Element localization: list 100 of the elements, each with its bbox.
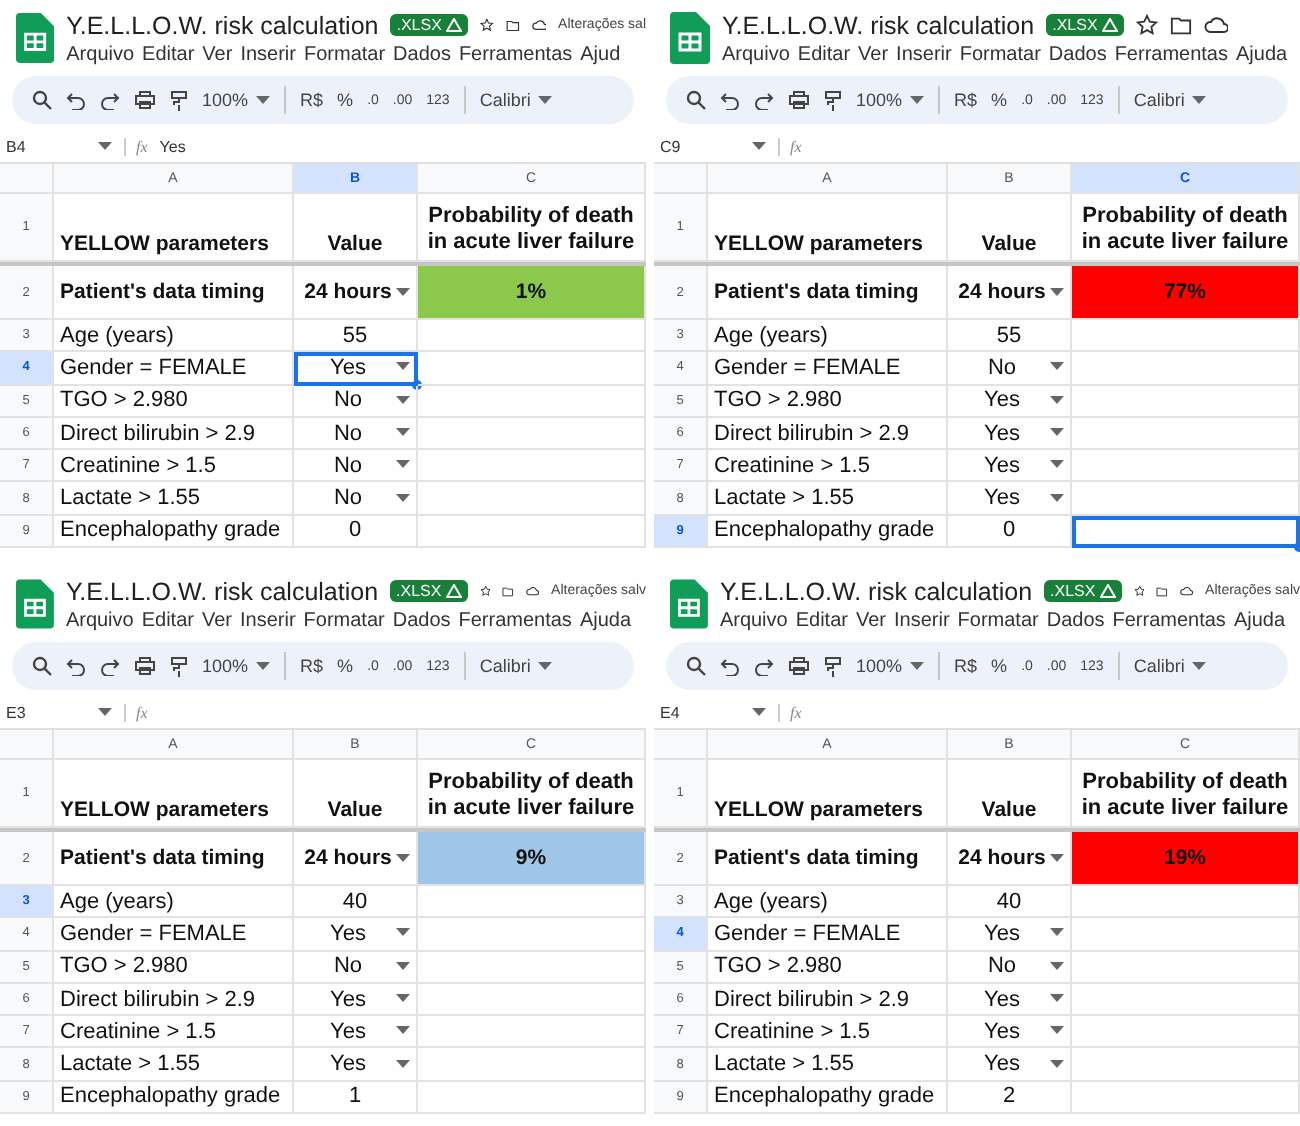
search-icon[interactable] (32, 656, 52, 676)
file-format-badge[interactable]: .XLSX (390, 580, 468, 602)
menu-item[interactable]: Inserir (893, 609, 950, 631)
menu-item[interactable]: Ajuda (1236, 43, 1288, 65)
format-button[interactable]: R$ (954, 656, 978, 676)
table-cell[interactable]: Value (294, 194, 418, 262)
menu-item[interactable]: Ver (202, 43, 233, 65)
table-cell[interactable]: 55 (294, 320, 418, 353)
menu-item[interactable]: Formatar (957, 609, 1039, 631)
file-format-badge[interactable]: .XLSX (1044, 580, 1122, 602)
zoom-select[interactable]: 100% (856, 656, 925, 676)
result-cell[interactable] (418, 352, 646, 386)
result-cell[interactable] (418, 1081, 646, 1115)
search-icon[interactable] (686, 656, 706, 676)
redo-icon[interactable] (754, 91, 774, 109)
dropdown-cell[interactable]: Yes (948, 385, 1072, 418)
redo-icon[interactable] (100, 91, 120, 109)
cloud-icon[interactable] (1180, 582, 1194, 600)
menu-item[interactable]: Dados (392, 609, 451, 631)
result-cell[interactable] (418, 983, 646, 1017)
result-cell[interactable] (1072, 352, 1300, 386)
result-cell[interactable] (1072, 886, 1300, 919)
zoom-select[interactable]: 100% (202, 90, 271, 110)
dropdown-cell[interactable]: No (294, 385, 418, 418)
result-cell[interactable] (418, 886, 646, 919)
result-cell[interactable]: 77% (1072, 266, 1300, 320)
format-button[interactable]: R$ (300, 656, 324, 676)
sheets-logo-icon[interactable] (670, 578, 708, 630)
dropdown-cell[interactable]: Yes (294, 983, 418, 1017)
star-icon[interactable] (479, 14, 494, 36)
cloud-icon[interactable] (531, 16, 547, 34)
menu-item[interactable]: Editar (797, 43, 851, 65)
sheets-logo-icon[interactable] (16, 12, 55, 64)
dropdown-cell[interactable]: Yes (948, 918, 1072, 952)
sheets-logo-icon[interactable] (16, 578, 54, 630)
dropdown-cell[interactable]: Yes (948, 417, 1072, 451)
format-button[interactable]: % (337, 90, 354, 110)
dropdown-cell[interactable]: No (294, 417, 418, 451)
zoom-select[interactable]: 100% (202, 656, 271, 676)
name-box[interactable]: B4 (6, 137, 26, 155)
menu-item[interactable]: Ferramentas (458, 609, 572, 631)
document-title[interactable]: Y.E.L.L.O.W. risk calculation (719, 577, 1033, 605)
menu-item[interactable]: Ferramentas (1112, 609, 1226, 631)
result-cell[interactable] (1072, 482, 1300, 516)
result-cell[interactable] (1072, 983, 1300, 1017)
print-icon[interactable] (134, 90, 156, 110)
dropdown-cell[interactable]: Yes (294, 1016, 418, 1049)
result-cell[interactable]: Probability of death in acute liver failure (418, 194, 646, 262)
document-title[interactable]: Y.E.L.L.O.W. risk calculation (722, 11, 1035, 39)
dropdown-cell[interactable]: Yes (948, 983, 1072, 1017)
dropdown-cell[interactable]: No (294, 951, 418, 984)
undo-icon[interactable] (720, 91, 740, 109)
table-cell[interactable]: 40 (294, 886, 418, 919)
menu-item[interactable]: Inserir (239, 609, 296, 631)
menu-item[interactable]: Ver (201, 609, 232, 631)
result-cell[interactable]: Probability of death in acute liver failure (418, 760, 646, 828)
redo-icon[interactable] (100, 657, 120, 675)
dropdown-cell[interactable]: Yes (948, 450, 1072, 483)
menu-item[interactable]: Inserir (896, 43, 952, 65)
result-cell[interactable] (1072, 1081, 1300, 1115)
undo-icon[interactable] (66, 91, 86, 109)
menu-item[interactable]: Arquivo (66, 43, 135, 65)
dropdown-cell[interactable]: Yes (294, 1048, 418, 1082)
print-icon[interactable] (788, 656, 810, 676)
result-cell[interactable] (418, 450, 646, 483)
menu-item[interactable]: Editar (141, 609, 194, 631)
name-box[interactable]: E3 (6, 703, 26, 721)
result-cell[interactable] (1072, 320, 1300, 353)
paint-format-icon[interactable] (824, 89, 842, 111)
dropdown-cell[interactable]: Yes (294, 918, 418, 952)
undo-icon[interactable] (720, 657, 740, 675)
menu-item[interactable]: Arquivo (722, 43, 790, 65)
result-cell[interactable]: Probability of death in acute liver failure (1072, 760, 1300, 828)
result-cell[interactable] (418, 320, 646, 353)
redo-icon[interactable] (754, 657, 774, 675)
folder-icon[interactable] (505, 15, 520, 35)
file-format-badge[interactable]: .XLSX (1046, 14, 1124, 36)
result-cell[interactable]: Probability of death in acute liver failure (1072, 194, 1300, 262)
font-select[interactable]: Calibri (479, 656, 553, 676)
undo-icon[interactable] (66, 657, 86, 675)
dropdown-cell[interactable]: Yes (948, 1048, 1072, 1082)
format-button[interactable]: % (337, 656, 354, 676)
menu-item[interactable]: Inserir (240, 43, 296, 65)
table-cell[interactable]: 55 (948, 320, 1072, 353)
search-icon[interactable] (686, 90, 706, 110)
table-cell[interactable]: 0 (948, 515, 1072, 549)
search-icon[interactable] (32, 90, 52, 110)
file-format-badge[interactable]: .XLSX (390, 14, 468, 36)
dropdown-cell[interactable]: No (294, 450, 418, 483)
menu-item[interactable]: Dados (1048, 43, 1107, 65)
dropdown-cell[interactable]: No (294, 482, 418, 516)
print-icon[interactable] (788, 90, 810, 110)
sheets-logo-icon[interactable] (670, 12, 710, 64)
result-cell[interactable] (1072, 1048, 1300, 1082)
result-cell[interactable] (1072, 417, 1300, 451)
font-select[interactable]: Calibri (1133, 656, 1207, 676)
menu-item[interactable]: Editar (795, 609, 848, 631)
format-button[interactable]: % (991, 656, 1008, 676)
result-cell[interactable] (1072, 450, 1300, 483)
name-box[interactable]: C9 (660, 137, 681, 155)
